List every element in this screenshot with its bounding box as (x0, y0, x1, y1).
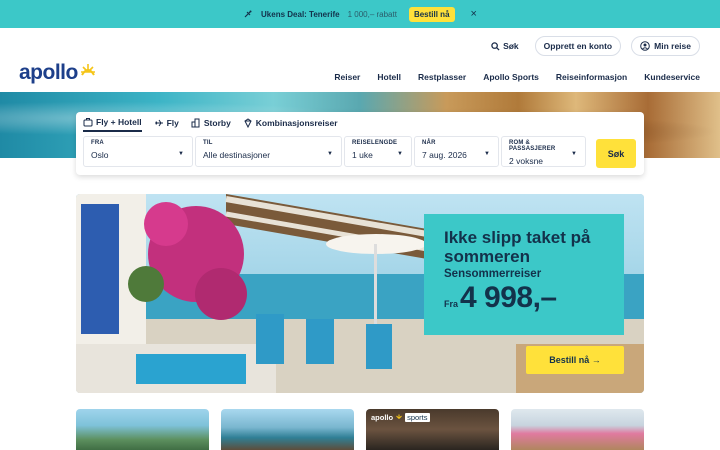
apollo-sports-badge: apollo sports (371, 413, 430, 422)
tab-fly-hotell[interactable]: Fly + Hotell (83, 117, 142, 132)
chevron-down-icon: ▼ (327, 151, 333, 157)
destination-card[interactable] (76, 409, 209, 450)
search-tabs: Fly + Hotell Fly Storby Kombinasjonsreis… (83, 117, 338, 132)
nav-item-reiser[interactable]: Reiser (334, 72, 360, 82)
chevron-down-icon: ▼ (571, 151, 577, 157)
promo-price-row: Fra 4 998,– (444, 281, 612, 315)
create-account-label: Opprett en konto (543, 41, 613, 51)
city-icon (191, 118, 200, 128)
nav-item-apollo-sports[interactable]: Apollo Sports (483, 72, 539, 82)
my-trip-label: Min reise (654, 41, 691, 51)
to-select[interactable]: TIL Alle destinasjoner ▼ (195, 136, 342, 167)
search-link[interactable]: Søk (491, 41, 519, 51)
field-label: REISELENGDE (352, 140, 398, 146)
duration-select[interactable]: REISELENGDE 1 uke ▼ (344, 136, 412, 167)
search-panel: Fly + Hotell Fly Storby Kombinasjonsreis… (76, 112, 644, 175)
deal-price-text: 1 000,– rabatt (347, 9, 397, 19)
deal-tag-icon (244, 10, 252, 18)
field-label: FRA (91, 140, 104, 146)
header-actions: Søk Opprett en konto Min reise (491, 36, 700, 56)
tab-label: Fly (166, 118, 179, 128)
tab-kombinasjonsreiser[interactable]: Kombinasjonsreiser (243, 117, 338, 132)
site-header: apollo Søk Opprett en konto Min reise Re… (0, 28, 720, 92)
deal-banner: Ukens Deal: Tenerife 1 000,– rabatt Best… (0, 0, 720, 28)
tab-storby[interactable]: Storby (191, 117, 231, 132)
chevron-down-icon: ▼ (178, 151, 184, 157)
logo-text: apollo (19, 61, 78, 84)
field-value: 2 voksne (509, 156, 544, 166)
field-value: Alle destinasjoner (203, 150, 271, 160)
close-icon[interactable]: × (471, 8, 477, 20)
chevron-down-icon: ▼ (484, 151, 490, 157)
search-button[interactable]: Søk (596, 139, 636, 168)
rooms-passengers-select[interactable]: ROM & PASSASJERER 2 voksne ▼ (501, 136, 586, 167)
nav-item-restplasser[interactable]: Restplasser (418, 72, 466, 82)
field-value: Oslo (91, 150, 109, 160)
promo-title: Ikke slipp taket på sommeren (444, 228, 591, 266)
price-prefix: Fra (444, 299, 459, 309)
user-icon (640, 41, 650, 51)
date-select[interactable]: NÅR 7 aug. 2026 ▼ (414, 136, 499, 167)
sun-logo-icon (396, 414, 402, 419)
tab-label: Fly + Hotell (96, 117, 142, 127)
badge-sports: sports (405, 413, 430, 422)
suitcase-icon (83, 118, 93, 127)
tab-label: Kombinasjonsreiser (255, 118, 338, 128)
promo-card: Ikke slipp taket på sommeren Sensommerre… (424, 214, 624, 335)
search-icon (491, 41, 500, 51)
search-fields: FRA Oslo ▼ TIL Alle destinasjoner ▼ REIS… (83, 136, 586, 167)
promo-book-button[interactable]: Bestill nå → (526, 346, 624, 374)
nav-item-kundeservice[interactable]: Kundeservice (644, 72, 700, 82)
diamond-icon (244, 118, 252, 128)
destination-card[interactable] (221, 409, 354, 450)
field-label: ROM & PASSASJERER (509, 140, 556, 152)
field-value: 7 aug. 2026 (422, 150, 467, 160)
promo-price: 4 998,– (460, 281, 557, 314)
field-label: NÅR (422, 140, 436, 146)
chevron-down-icon: ▼ (397, 151, 403, 157)
apollo-logo[interactable]: apollo (19, 61, 96, 85)
sun-logo-icon (80, 64, 95, 76)
badge-brand: apollo (371, 413, 394, 422)
field-label: TIL (203, 140, 213, 146)
deal-label[interactable]: Ukens Deal: Tenerife (261, 10, 340, 19)
nav-item-reiseinformasjon[interactable]: Reiseinformasjon (556, 72, 627, 82)
tab-fly[interactable]: Fly (154, 117, 179, 132)
my-trip-button[interactable]: Min reise (631, 36, 700, 56)
deal-book-button[interactable]: Bestill nå (408, 6, 455, 22)
from-select[interactable]: FRA Oslo ▼ (83, 136, 193, 167)
destination-card[interactable] (511, 409, 644, 450)
nav-item-hotell[interactable]: Hotell (377, 72, 401, 82)
apollo-sports-card[interactable]: apollo sports (366, 409, 499, 450)
search-label: Søk (503, 41, 519, 51)
main-nav: Reiser Hotell Restplasser Apollo Sports … (334, 72, 700, 82)
tab-label: Storby (203, 118, 231, 128)
promo-banner[interactable]: Ikke slipp taket på sommeren Sensommerre… (76, 194, 644, 393)
plane-icon (154, 119, 163, 127)
promo-subtitle: Sensommerreiser (444, 268, 542, 280)
create-account-button[interactable]: Opprett en konto (534, 36, 622, 56)
